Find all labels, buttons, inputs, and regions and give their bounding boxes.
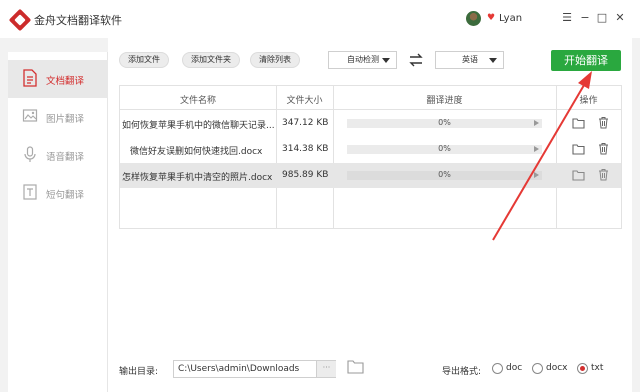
file-size: 314.38 KB <box>282 144 329 154</box>
app-window: 金舟文档翻译软件 ♥ Lyan ☰ − □ ✕ 文档翻译 图片翻译 语音翻译 短… <box>0 0 640 392</box>
format-label: docx <box>546 363 568 373</box>
add-file-button[interactable]: 添加文件 <box>119 52 169 68</box>
progress-percent: 0% <box>438 170 451 179</box>
play-icon <box>534 146 539 152</box>
play-icon <box>534 120 539 126</box>
progress-bar: 0% <box>347 144 542 154</box>
close-button[interactable]: ✕ <box>613 11 627 25</box>
header-actions: 操作 <box>579 96 598 106</box>
menu-button[interactable]: ☰ <box>560 11 574 25</box>
text-icon <box>23 184 37 200</box>
progress-percent: 0% <box>438 144 451 153</box>
open-folder-icon[interactable] <box>572 169 585 181</box>
sidebar-item-sentence-translate[interactable]: 短句翻译 <box>8 174 108 212</box>
sidebar-item-label: 文档翻译 <box>46 76 85 87</box>
header-file-name: 文件名称 <box>179 96 216 106</box>
maximize-button[interactable]: □ <box>595 11 609 25</box>
window-edge <box>632 38 640 392</box>
target-language-value: 英语 <box>462 55 478 64</box>
document-icon <box>23 69 37 87</box>
main-panel: 添加文件 添加文件夹 清除列表 自动检测 英语 开始翻译 文件名称 文件大小 翻… <box>108 38 632 392</box>
app-title: 金舟文档翻译软件 <box>34 14 122 27</box>
title-bar: 金舟文档翻译软件 ♥ Lyan ☰ − □ ✕ <box>0 0 640 38</box>
header-progress: 翻译进度 <box>426 96 463 106</box>
table-row[interactable]: 如何恢复苹果手机中的微信聊天记录... 347.12 KB 0% <box>120 111 621 136</box>
vip-heart-icon: ♥ <box>487 13 496 23</box>
delete-icon[interactable] <box>598 116 609 129</box>
source-language-select[interactable]: 自动检测 <box>328 51 397 69</box>
header-file-size: 文件大小 <box>286 96 323 106</box>
clear-list-button[interactable]: 清除列表 <box>250 52 300 68</box>
chevron-down-icon <box>489 58 497 63</box>
table-row[interactable]: 怎样恢复苹果手机中清空的照片.docx 985.89 KB 0% <box>120 163 621 188</box>
radio-circle <box>532 363 543 374</box>
user-avatar[interactable] <box>466 11 481 26</box>
start-translate-button[interactable]: 开始翻译 <box>551 50 621 71</box>
play-icon <box>534 172 539 178</box>
user-name[interactable]: Lyan <box>499 13 522 24</box>
format-label: txt <box>591 363 604 373</box>
open-folder-icon[interactable] <box>572 143 585 155</box>
output-directory-label: 输出目录: <box>119 367 159 377</box>
file-size: 985.89 KB <box>282 170 329 180</box>
minimize-button[interactable]: − <box>578 11 592 25</box>
swap-languages-icon[interactable] <box>408 52 424 68</box>
browse-button[interactable]: ··· <box>316 361 336 377</box>
app-logo-icon <box>8 8 32 32</box>
radio-circle-selected <box>577 363 588 374</box>
sidebar-item-label: 短句翻译 <box>46 190 85 201</box>
delete-icon[interactable] <box>598 142 609 155</box>
sidebar-item-image-translate[interactable]: 图片翻译 <box>8 98 108 136</box>
progress-percent: 0% <box>438 118 451 127</box>
open-output-folder-icon[interactable] <box>347 359 364 374</box>
format-label: doc <box>506 363 523 373</box>
delete-icon[interactable] <box>598 168 609 181</box>
file-name: 怎样恢复苹果手机中清空的照片.docx <box>122 173 273 183</box>
add-folder-button[interactable]: 添加文件夹 <box>182 52 240 68</box>
sidebar-item-label: 图片翻译 <box>46 114 85 125</box>
table-row[interactable]: 微信好友误删如何快速找回.docx 314.38 KB 0% <box>120 137 621 162</box>
table-header: 文件名称 文件大小 翻译进度 操作 <box>120 86 621 110</box>
chevron-down-icon <box>382 58 390 63</box>
file-table: 文件名称 文件大小 翻译进度 操作 如何恢复苹果手机中的微信聊天记录... 34… <box>119 85 622 229</box>
file-name: 如何恢复苹果手机中的微信聊天记录... <box>122 121 274 131</box>
progress-bar: 0% <box>347 170 542 180</box>
sidebar-item-label: 语音翻译 <box>46 152 85 163</box>
file-size: 347.12 KB <box>282 118 329 128</box>
sidebar-item-voice-translate[interactable]: 语音翻译 <box>8 136 108 174</box>
file-name: 微信好友误删如何快速找回.docx <box>130 147 263 157</box>
target-language-select[interactable]: 英语 <box>435 51 504 69</box>
open-folder-icon[interactable] <box>572 117 585 129</box>
output-path-field[interactable]: C:\Users\admin\Downloads <box>173 360 336 378</box>
source-language-value: 自动检测 <box>347 55 379 64</box>
microphone-icon <box>24 146 36 162</box>
export-format-label: 导出格式: <box>442 367 482 377</box>
progress-bar: 0% <box>347 118 542 128</box>
radio-circle <box>492 363 503 374</box>
sidebar: 文档翻译 图片翻译 语音翻译 短句翻译 <box>8 52 108 392</box>
sidebar-item-document-translate[interactable]: 文档翻译 <box>8 60 108 98</box>
image-icon <box>22 109 38 122</box>
